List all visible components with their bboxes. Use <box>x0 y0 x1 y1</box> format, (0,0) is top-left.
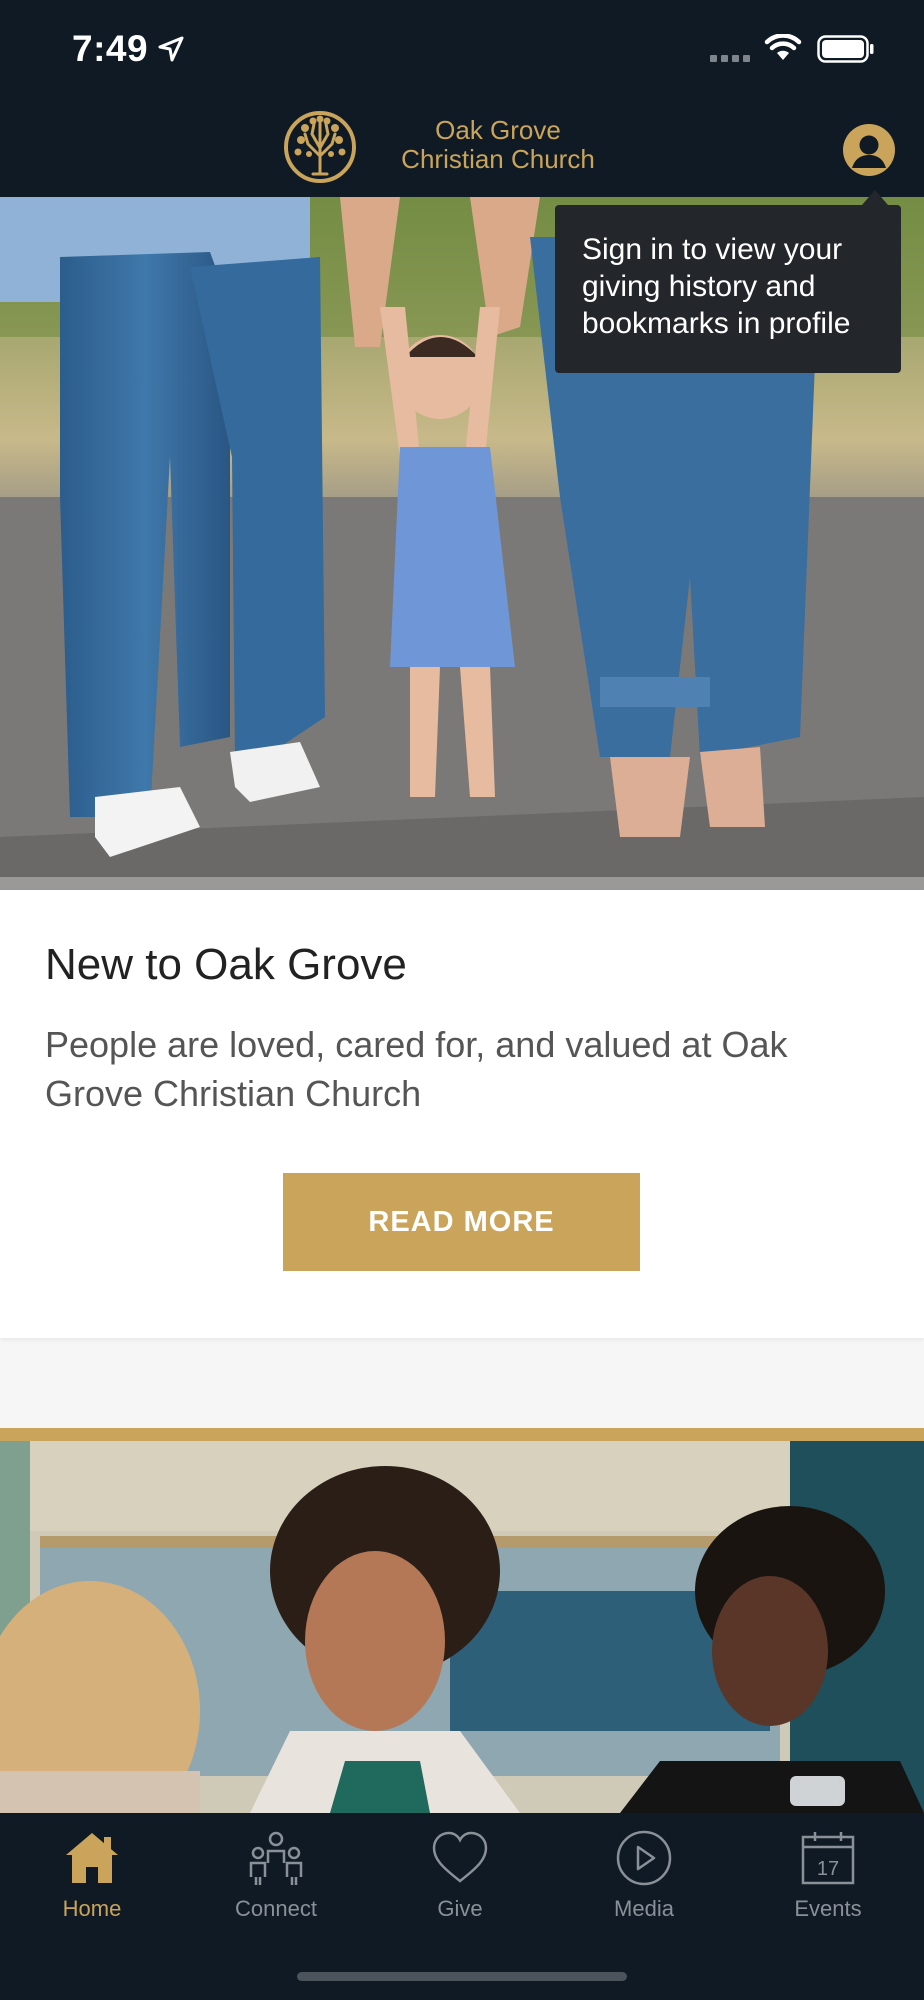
logo-line-2: Christian Church <box>401 144 595 174</box>
logo-line-1: Oak Grove <box>435 115 561 145</box>
tab-home[interactable]: Home <box>0 1813 184 1923</box>
people-icon <box>249 1831 303 1885</box>
card-title: New to Oak Grove <box>45 940 407 989</box>
tooltip-arrow <box>862 190 888 205</box>
user-avatar-icon <box>852 135 886 168</box>
sign-in-tooltip[interactable]: Sign in to view your giving history and … <box>555 205 901 373</box>
home-indicator[interactable] <box>297 1972 627 1981</box>
tab-media[interactable]: Media <box>552 1813 736 1923</box>
status-time: 7:49 <box>72 28 149 69</box>
battery-icon <box>817 35 874 63</box>
tab-give[interactable]: Give <box>368 1813 552 1923</box>
new-to-oak-grove-card: New to Oak Grove People are loved, cared… <box>0 890 924 1338</box>
tooltip-line-2: giving history and <box>582 270 816 303</box>
tab-label-give: Give <box>437 1896 483 1921</box>
tab-label-media: Media <box>614 1896 674 1921</box>
tab-events[interactable]: 17 Events <box>736 1813 920 1923</box>
tab-label-events: Events <box>794 1896 862 1921</box>
home-icon <box>66 1833 118 1883</box>
play-circle-icon <box>616 1830 672 1886</box>
app-header: Oak Grove Christian Church <box>0 100 924 197</box>
tab-connect[interactable]: Connect <box>184 1813 368 1923</box>
status-bar: 7:49 <box>0 0 924 100</box>
tooltip-line-1: Sign in to view your <box>582 233 843 266</box>
feed-item-divider <box>0 1428 924 1441</box>
wifi-icon <box>764 34 802 60</box>
calendar-date-badge: 17 <box>817 1858 839 1880</box>
location-arrow-icon <box>158 36 184 62</box>
women-talking-photo[interactable] <box>0 1441 924 1813</box>
card-description: People are loved, cared for, and valued … <box>45 1024 788 1114</box>
calendar-icon: 17 <box>801 1832 855 1885</box>
church-logo-text: Oak Grove Christian Church <box>398 116 598 174</box>
cellular-signal-icon <box>710 55 750 62</box>
heart-icon <box>432 1831 488 1883</box>
profile-button[interactable] <box>843 124 895 176</box>
tab-label-connect: Connect <box>235 1896 317 1921</box>
tab-label-home: Home <box>62 1896 122 1921</box>
tooltip-line-3: bookmarks in profile <box>582 307 851 340</box>
tree-logo-icon <box>284 111 356 183</box>
read-more-button[interactable]: READ MORE <box>283 1173 640 1271</box>
